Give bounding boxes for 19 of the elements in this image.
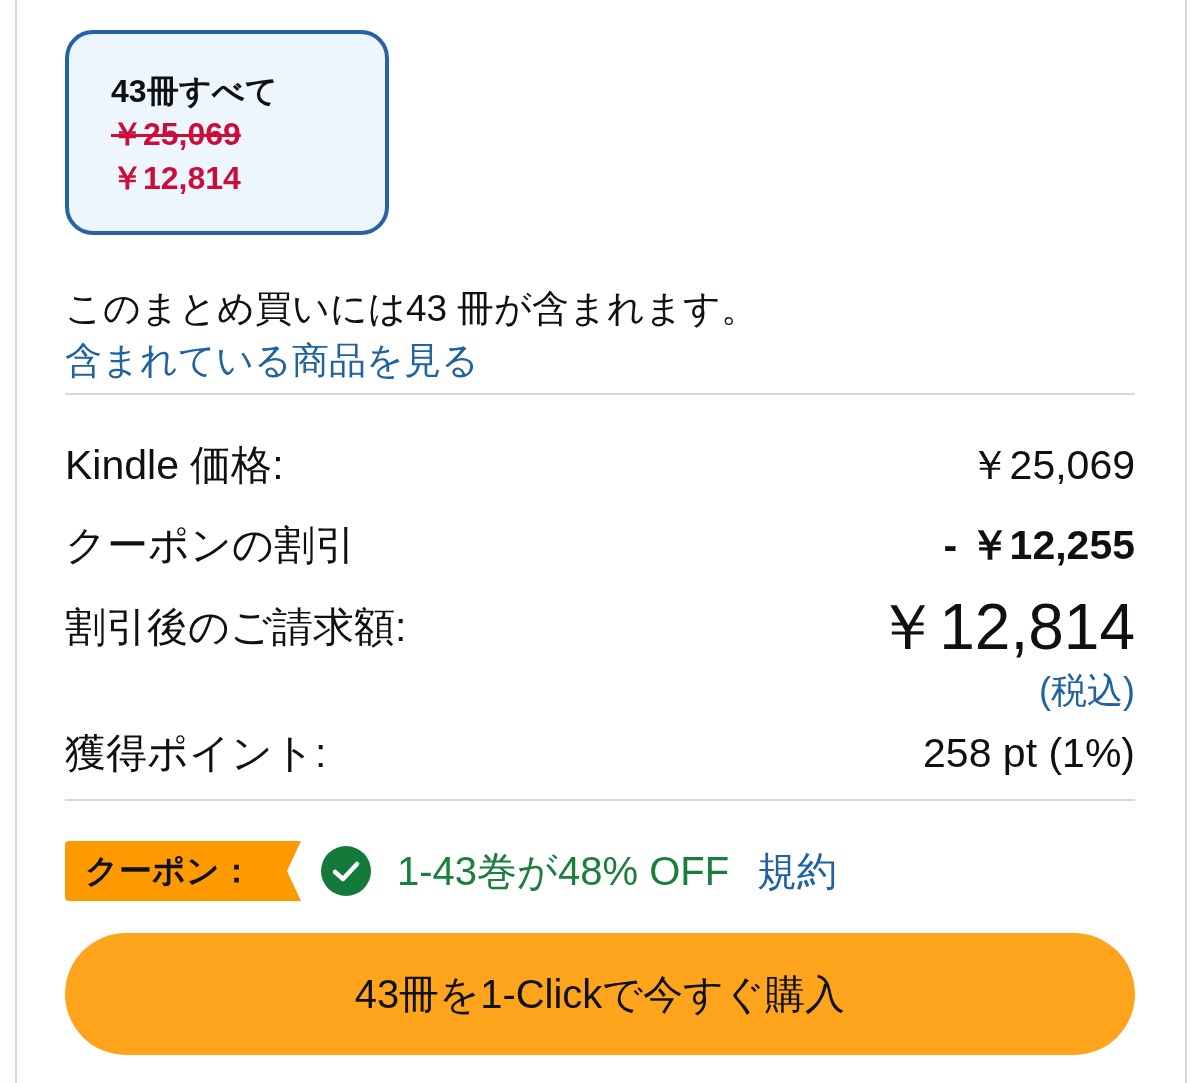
included-items-link[interactable]: 含まれている商品を見る xyxy=(65,340,479,381)
price-label: 獲得ポイント: xyxy=(65,729,327,778)
bundle-option-label: 43冊すべて xyxy=(111,72,278,111)
coupon-terms-link[interactable]: 規約 xyxy=(757,841,838,901)
price-value: ￥25,069 xyxy=(968,441,1135,490)
price-label: クーポンの割引 xyxy=(65,521,356,570)
bundle-summary-text: このまとめ買いには43 冊が含まれます。 xyxy=(65,288,759,329)
coupon-badge: クーポン： xyxy=(65,841,301,901)
tax-included-note: (税込) xyxy=(1039,669,1135,713)
price-label: 割引後のご請求額: xyxy=(65,603,407,652)
list-price-strikethrough: ￥25,069 xyxy=(111,115,241,154)
bundle-option-card[interactable]: 43冊すべて ￥25,069 ￥12,814 xyxy=(65,30,389,235)
price-value: 258 pt (1%) xyxy=(923,729,1135,778)
discount-value: - ￥12,255 xyxy=(943,521,1135,570)
one-click-buy-button[interactable]: 43冊を1-Clickで今すぐ購入 xyxy=(65,933,1135,1055)
coupon-discount-text: 1-43巻が48% OFF xyxy=(397,848,730,895)
price-label: Kindle 価格: xyxy=(65,441,284,490)
bundle-price: ￥12,814 xyxy=(111,159,241,198)
total-price: ￥12,814 xyxy=(875,590,1135,665)
